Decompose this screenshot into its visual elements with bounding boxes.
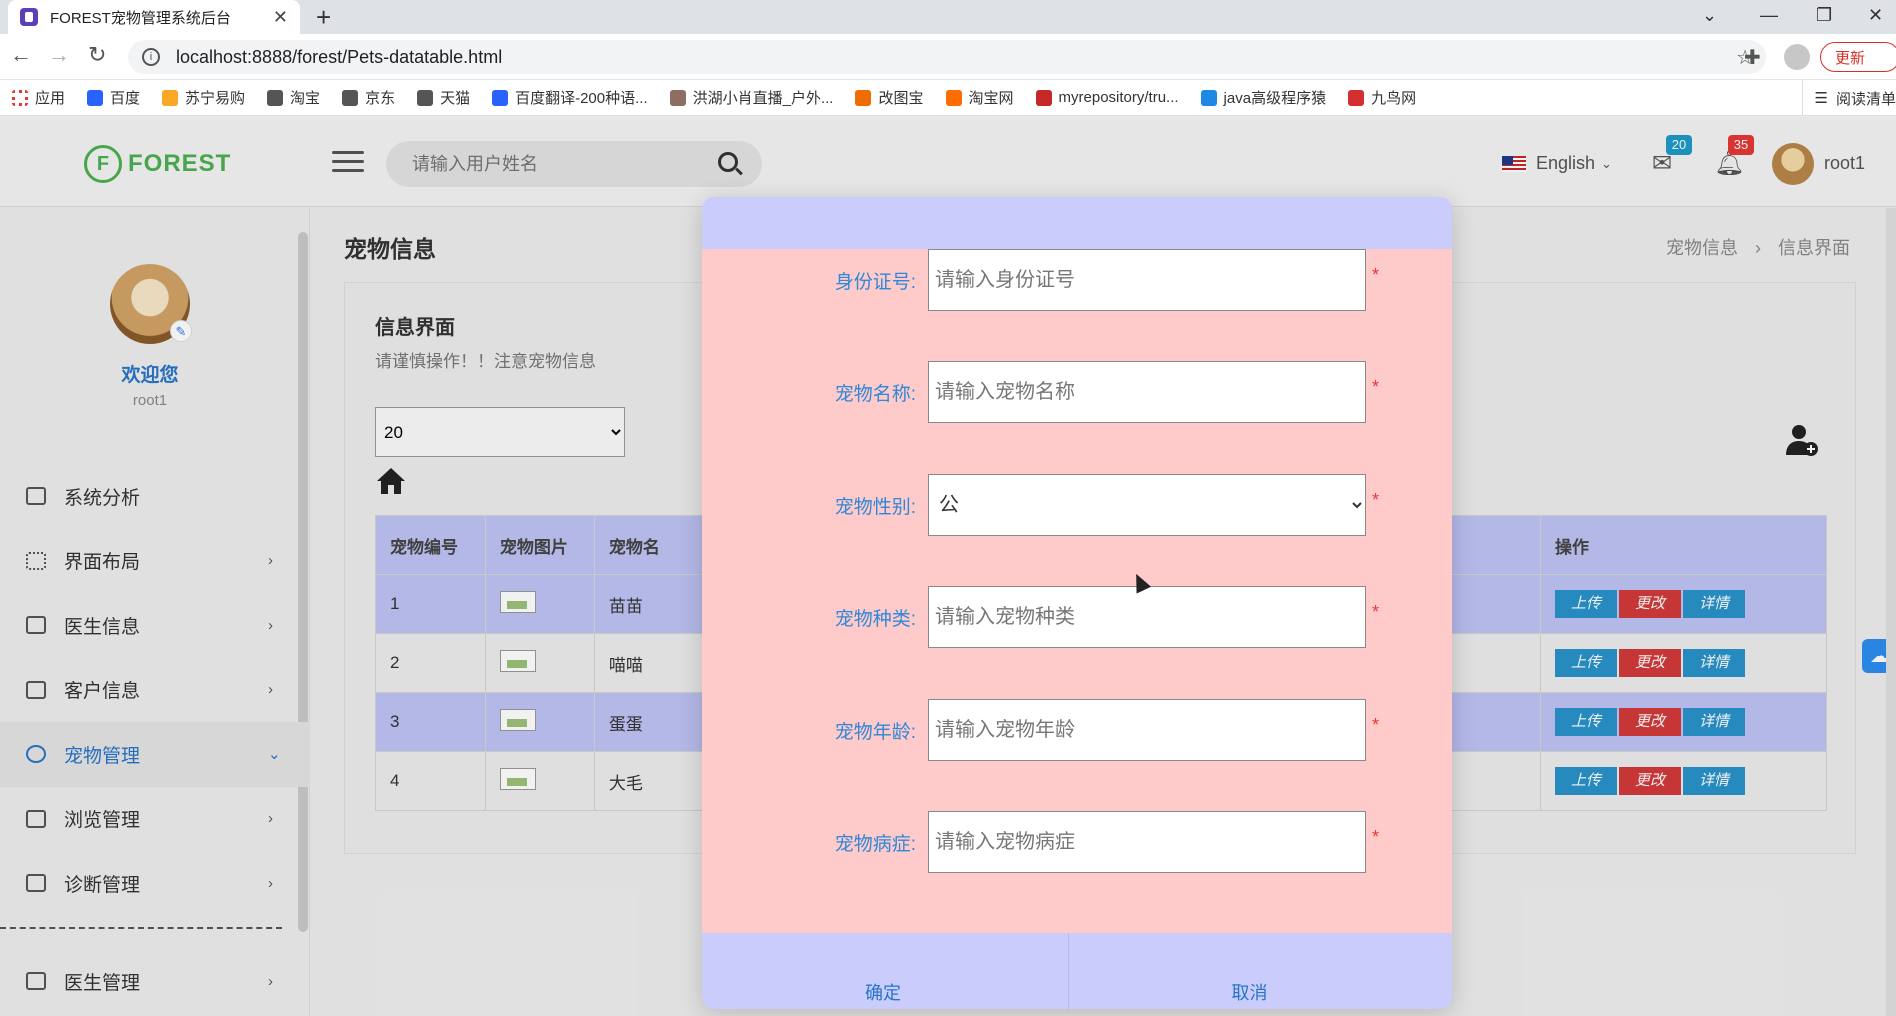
bookmark-favicon-icon <box>1035 89 1052 106</box>
dialog-header <box>702 197 1452 249</box>
bookmark-label: 天猫 <box>440 90 471 107</box>
reading-list-icon: ☰ <box>1814 90 1828 107</box>
field-row-id-card: 身份证号: * <box>702 249 1452 311</box>
field-label: 身份证号: <box>834 272 916 293</box>
url-field[interactable]: i localhost:8888/forest/Pets-datatable.h… <box>128 40 1766 74</box>
bookmark-favicon-icon <box>87 89 104 106</box>
confirm-button[interactable]: 确定 <box>702 933 1064 1009</box>
forward-icon[interactable]: → <box>48 42 70 68</box>
field-row-pet-species: 宠物种类: * <box>702 586 1452 648</box>
url-text: localhost:8888/forest/Pets-datatable.htm… <box>176 46 503 67</box>
pet-name-input[interactable] <box>928 361 1366 423</box>
bookmark-label: 应用 <box>35 90 66 107</box>
pet-species-input[interactable] <box>928 586 1366 648</box>
required-mark: * <box>1372 490 1380 510</box>
bookmark-label: 京东 <box>365 90 396 107</box>
field-row-pet-gender: 宠物性别: 公 * <box>702 474 1452 536</box>
bookmark-favicon-icon <box>12 89 28 106</box>
bookmark-item[interactable]: 百度 <box>87 87 140 108</box>
pet-age-input[interactable] <box>928 699 1366 761</box>
pet-gender-select[interactable]: 公 <box>928 474 1366 536</box>
bookmark-item[interactable]: 京东 <box>342 87 395 108</box>
bookmark-label: 改图宝 <box>878 90 924 107</box>
browser-tab[interactable]: FOREST宠物管理系统后台 ✕ <box>8 0 300 34</box>
update-label: 更新 <box>1835 49 1866 67</box>
address-bar: ← → ↻ i localhost:8888/forest/Pets-datat… <box>0 34 1896 80</box>
id-card-input[interactable] <box>928 249 1366 311</box>
bookmark-label: java高级程序猿 <box>1223 90 1327 107</box>
required-mark: * <box>1372 265 1380 285</box>
profile-icon[interactable] <box>1784 44 1810 70</box>
bookmark-item[interactable]: 淘宝 <box>267 87 320 108</box>
bookmark-item[interactable]: myrepository/tru... <box>1035 89 1179 106</box>
site-info-icon[interactable]: i <box>142 48 160 66</box>
reading-list-label: 阅读清单 <box>1835 90 1896 108</box>
bookmark-favicon-icon <box>669 89 686 106</box>
bookmark-item[interactable]: 改图宝 <box>855 87 924 108</box>
field-label: 宠物名称: <box>834 384 916 405</box>
add-pet-dialog: 身份证号: * 宠物名称: * 宠物性别: 公 * 宠物种类: * 宠物年龄: … <box>702 197 1452 1009</box>
tab-title: FOREST宠物管理系统后台 <box>50 9 231 27</box>
bookmark-item[interactable]: 天猫 <box>417 87 470 108</box>
bookmark-label: 洪湖小肖直播_户外... <box>692 90 834 107</box>
bookmark-favicon-icon <box>1200 89 1217 106</box>
browser-tabstrip: FOREST宠物管理系统后台 ✕ + ⌄ — ❐ ✕ <box>0 0 1896 34</box>
bookmark-favicon-icon <box>162 89 179 106</box>
tab-close-icon[interactable]: ✕ <box>273 7 288 28</box>
restore-icon[interactable]: ❐ <box>1816 0 1832 30</box>
bookmark-label: myrepository/tru... <box>1058 89 1179 106</box>
bookmark-label: 淘宝 <box>290 90 321 107</box>
cancel-button[interactable]: 取消 <box>1068 933 1430 1009</box>
site-favicon-icon <box>20 8 38 26</box>
back-icon[interactable]: ← <box>10 42 32 68</box>
bookmark-label: 淘宝网 <box>968 90 1014 107</box>
field-label: 宠物病症: <box>834 834 916 855</box>
close-window-icon[interactable]: ✕ <box>1868 0 1883 30</box>
minimize-icon[interactable]: — <box>1760 0 1778 30</box>
bookmark-favicon-icon <box>267 89 284 106</box>
bookmark-item[interactable]: 洪湖小肖直播_户外... <box>669 87 834 108</box>
bookmark-favicon-icon <box>1348 89 1365 106</box>
required-mark: * <box>1372 715 1380 735</box>
pet-symptom-input[interactable] <box>928 811 1366 873</box>
bookmark-item[interactable]: java高级程序猿 <box>1200 87 1327 108</box>
bookmark-item[interactable]: 应用 <box>12 87 65 108</box>
extensions-icon[interactable]: ✚ <box>1744 45 1761 70</box>
field-row-pet-symptom: 宠物病症: * <box>702 811 1452 873</box>
field-label: 宠物性别: <box>834 497 916 518</box>
bookmark-item[interactable]: 百度翻译-200种语... <box>492 87 648 108</box>
bookmark-favicon-icon <box>855 89 872 106</box>
field-label: 宠物年龄: <box>834 722 916 743</box>
new-tab-icon[interactable]: + <box>316 2 331 33</box>
field-label: 宠物种类: <box>834 609 916 630</box>
required-mark: * <box>1372 377 1380 397</box>
bookmark-label: 百度翻译-200种语... <box>515 90 648 107</box>
bookmark-item[interactable]: 苏宁易购 <box>162 87 245 108</box>
bookmarks-bar: 应用 百度 苏宁易购 淘宝 京东 天猫 百度翻译-200种语... 洪湖小肖直播_户外... 改… <box>0 80 1896 116</box>
bookmark-item[interactable]: 九鸟网 <box>1348 87 1416 108</box>
bookmark-item[interactable]: 淘宝网 <box>945 87 1014 108</box>
bookmark-label: 百度 <box>110 90 141 107</box>
reading-list[interactable]: ☰ 阅读清单 <box>1801 80 1896 116</box>
bookmark-favicon-icon <box>945 89 962 106</box>
bookmark-favicon-icon <box>342 89 359 106</box>
update-button[interactable]: 更新 <box>1820 42 1896 72</box>
bookmark-favicon-icon <box>417 89 434 106</box>
bookmark-label: 苏宁易购 <box>185 90 246 107</box>
dialog-footer: 确定 取消 <box>702 933 1452 1009</box>
field-row-pet-name: 宠物名称: * <box>702 361 1452 423</box>
bookmark-favicon-icon <box>492 89 509 106</box>
tab-search-icon[interactable]: ⌄ <box>1702 0 1717 30</box>
required-mark: * <box>1372 827 1380 847</box>
reload-icon[interactable]: ↻ <box>88 42 106 68</box>
field-row-pet-age: 宠物年龄: * <box>702 699 1452 761</box>
required-mark: * <box>1372 602 1380 622</box>
bookmark-label: 九鸟网 <box>1371 90 1417 107</box>
